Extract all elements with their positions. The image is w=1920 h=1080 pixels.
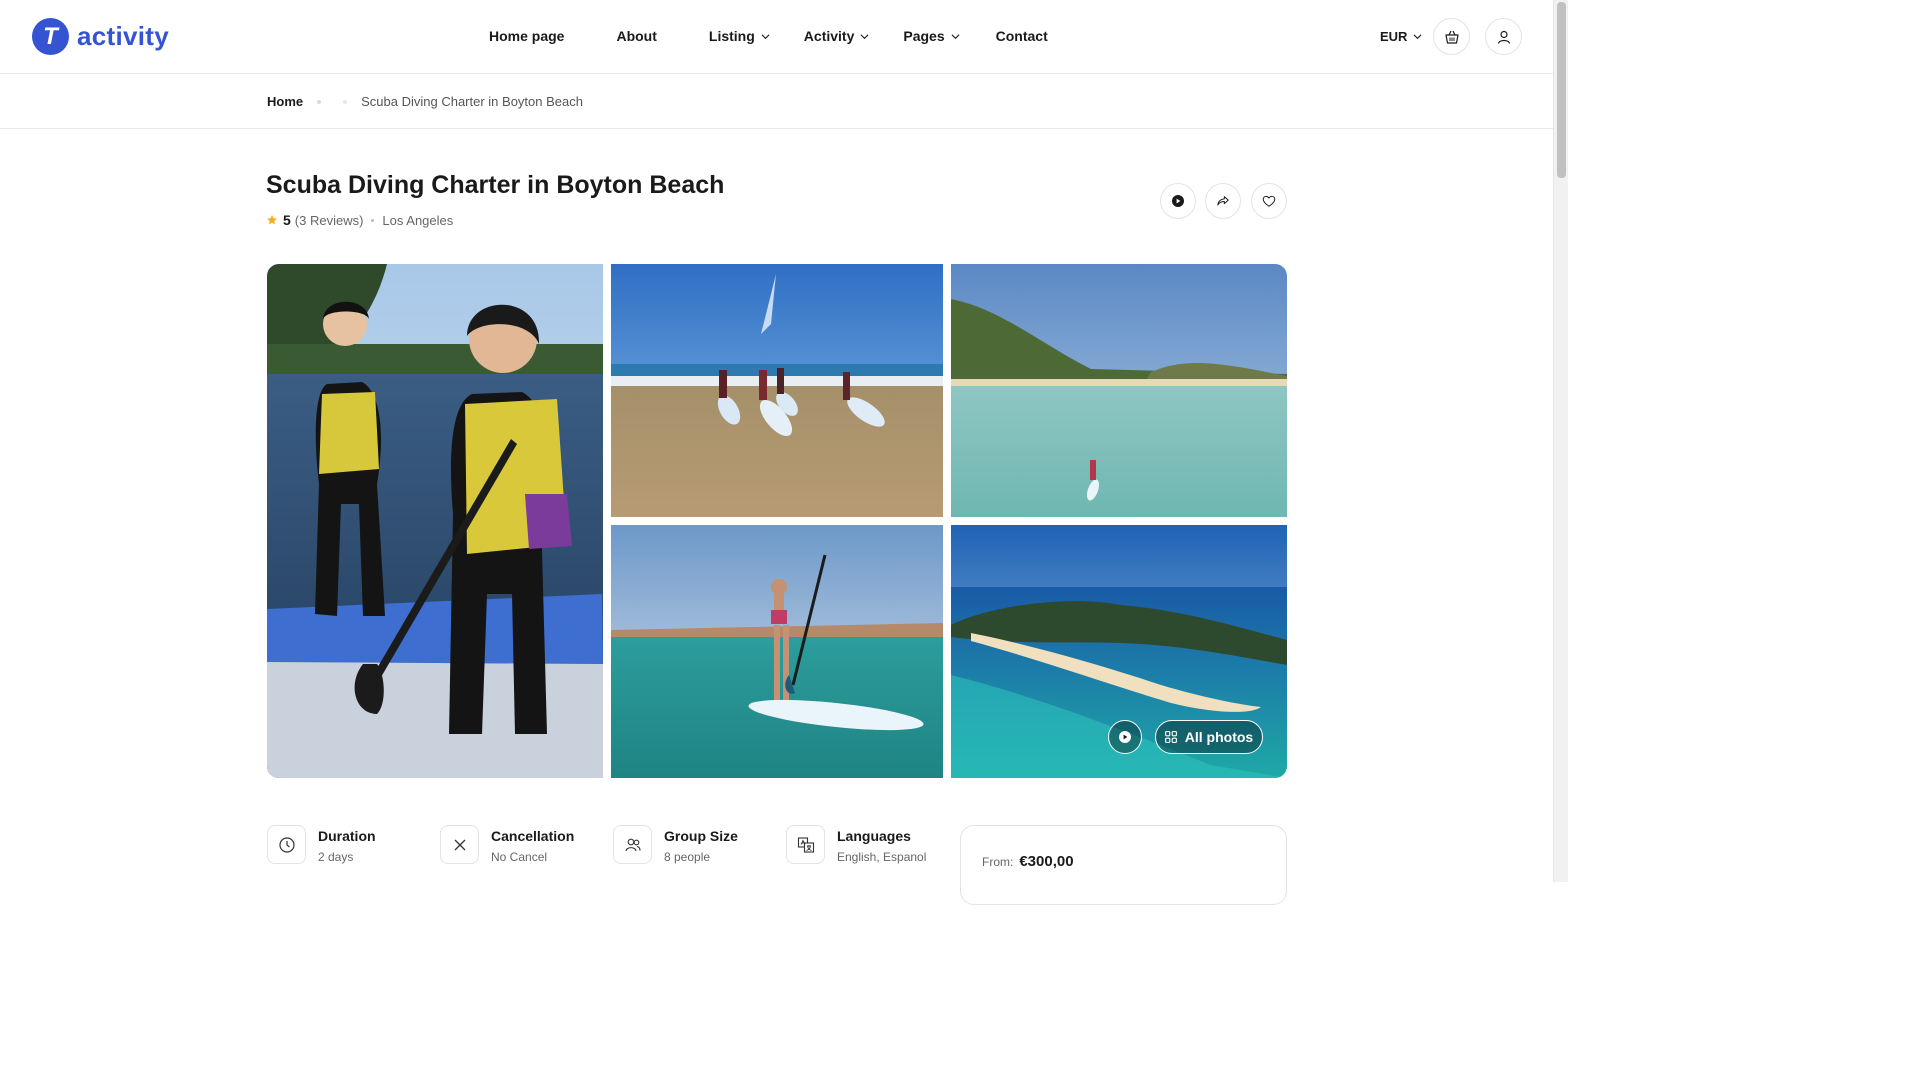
nav-listing[interactable]: Listing <box>709 28 770 44</box>
account-button[interactable] <box>1485 18 1522 55</box>
brand-name: activity <box>77 21 170 51</box>
cart-button[interactable] <box>1433 18 1470 55</box>
play-icon <box>1119 731 1131 743</box>
nav-pages[interactable]: Pages <box>903 28 960 44</box>
meta-separator <box>371 218 375 222</box>
fact-value: 8 people <box>664 850 711 864</box>
nav-activity[interactable]: Activity <box>804 28 870 44</box>
gallery-image-bay-aerial[interactable] <box>951 264 1287 517</box>
fact-label: Group Size <box>664 828 738 844</box>
main-nav: Home page About Listing Activity Pages C… <box>489 28 1048 44</box>
breadcrumb-separator <box>343 99 348 104</box>
chevron-down-icon <box>951 33 960 39</box>
logo-icon: T <box>32 18 69 55</box>
price-block: From: €300,00 <box>982 853 1074 870</box>
all-photos-label: All photos <box>1184 729 1254 745</box>
fact-label: Languages <box>837 828 911 844</box>
gallery-image-paddleboard-woman[interactable] <box>611 525 943 778</box>
photo-bay-aerial <box>951 264 1287 517</box>
star-icon <box>267 215 277 225</box>
nav-label: Home page <box>489 28 565 44</box>
location: Los Angeles <box>382 212 454 228</box>
rating-value: 5 <box>283 212 291 228</box>
currency-label: EUR <box>1380 29 1408 44</box>
play-icon <box>1172 195 1184 207</box>
share-icon <box>1217 196 1229 206</box>
photo-paddleboard-woman <box>611 525 943 778</box>
play-video-button[interactable] <box>1160 183 1196 219</box>
users-icon <box>613 825 652 864</box>
fact-cancellation: Cancellation No Cancel <box>440 825 574 864</box>
user-icon <box>1497 30 1510 44</box>
currency-selector[interactable]: EUR <box>1380 29 1422 44</box>
all-photos-button[interactable]: All photos <box>1155 720 1263 754</box>
booking-card: From: €300,00 <box>960 825 1287 905</box>
nav-label: Activity <box>803 28 855 44</box>
nav-label: Listing <box>708 28 755 44</box>
review-count[interactable]: (3 Reviews) <box>295 213 364 228</box>
listing-meta: 5 (3 Reviews) Los Angeles <box>266 212 453 228</box>
heart-icon <box>1262 195 1276 207</box>
basket-icon <box>1444 30 1459 44</box>
gallery-image-paddleboard-pair[interactable] <box>267 264 603 778</box>
translate-icon <box>786 825 825 864</box>
photo-paddleboard-pair <box>267 264 603 778</box>
price-from-label: From: <box>982 855 1014 869</box>
gallery-image-beach-surfboards[interactable] <box>611 264 943 517</box>
chevron-down-icon <box>860 33 869 39</box>
chevron-down-icon <box>1413 34 1422 40</box>
nav-about[interactable]: About <box>616 28 656 44</box>
breadcrumb-home[interactable]: Home <box>267 94 303 109</box>
fact-value: No Cancel <box>491 850 548 864</box>
fact-value: 2 days <box>318 850 354 864</box>
gallery-play-button[interactable] <box>1108 720 1142 754</box>
breadcrumb-bar: Home Scuba Diving Charter in Boyton Beac… <box>0 74 1553 129</box>
nav-label: Contact <box>995 28 1048 44</box>
breadcrumb-separator <box>317 99 322 104</box>
fact-duration: Duration 2 days <box>267 825 376 864</box>
nav-label: Pages <box>903 28 945 44</box>
clock-icon <box>267 825 306 864</box>
fact-value: English, Espanol <box>837 850 927 864</box>
nav-contact[interactable]: Contact <box>996 28 1048 44</box>
logo[interactable]: T activity <box>32 18 169 55</box>
page-scrollbar[interactable] <box>1553 0 1568 882</box>
site-header: T activity Home page About Listing Activ… <box>0 0 1553 74</box>
x-icon <box>440 825 479 864</box>
fact-languages: Languages English, Espanol <box>786 825 926 864</box>
breadcrumb-current: Scuba Diving Charter in Boyton Beach <box>361 94 583 109</box>
share-button[interactable] <box>1205 183 1241 219</box>
fact-label: Cancellation <box>491 828 575 844</box>
price-value: €300,00 <box>1019 853 1074 870</box>
chevron-down-icon <box>761 33 770 39</box>
nav-home-page[interactable]: Home page <box>489 28 564 44</box>
wishlist-button[interactable] <box>1251 183 1287 219</box>
fact-label: Duration <box>318 828 376 844</box>
nav-label: About <box>616 28 657 44</box>
page-title: Scuba Diving Charter in Boyton Beach <box>266 171 725 199</box>
breadcrumb: Home Scuba Diving Charter in Boyton Beac… <box>267 94 583 109</box>
photo-beach-surfboards <box>611 264 943 517</box>
scrollbar-thumb[interactable] <box>1557 2 1566 178</box>
fact-group-size: Group Size 8 people <box>613 825 738 864</box>
grid-icon <box>1164 731 1177 743</box>
